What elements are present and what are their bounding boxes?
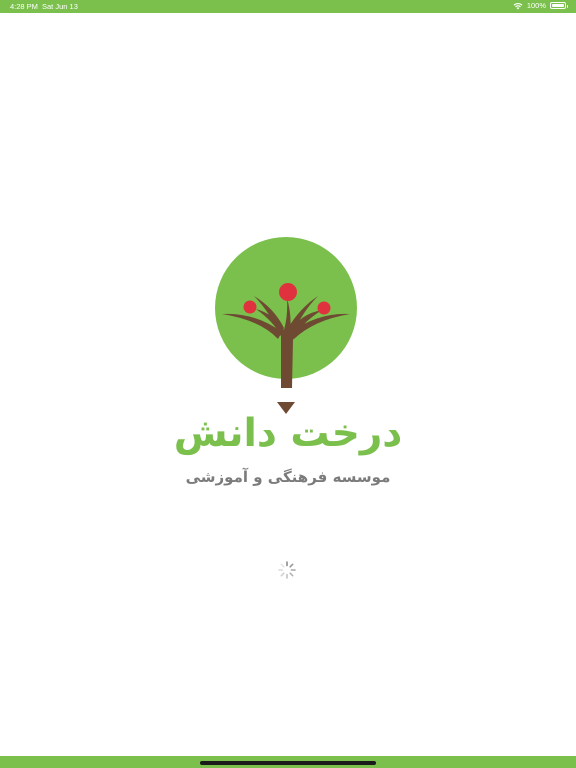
fruit-top — [279, 283, 297, 301]
status-date: Sat Jun 13 — [42, 2, 78, 11]
battery-icon — [550, 2, 568, 9]
fruit-left — [243, 300, 257, 314]
tree-logo — [215, 237, 357, 414]
status-time: 4:28 PM — [10, 2, 38, 11]
home-indicator[interactable] — [200, 761, 376, 765]
brand-subtitle: موسسه فرهنگی و آموزشی — [185, 468, 391, 486]
battery-fill — [552, 4, 564, 7]
fruit-right — [317, 301, 331, 315]
wifi-icon — [513, 2, 523, 9]
loading-spinner-icon — [278, 561, 296, 579]
brand-name: درخت دانش — [173, 411, 403, 456]
status-bar: 4:28 PM Sat Jun 13 100% — [0, 0, 576, 13]
status-indicators: 100% — [513, 1, 568, 10]
battery-percent: 100% — [526, 1, 546, 10]
